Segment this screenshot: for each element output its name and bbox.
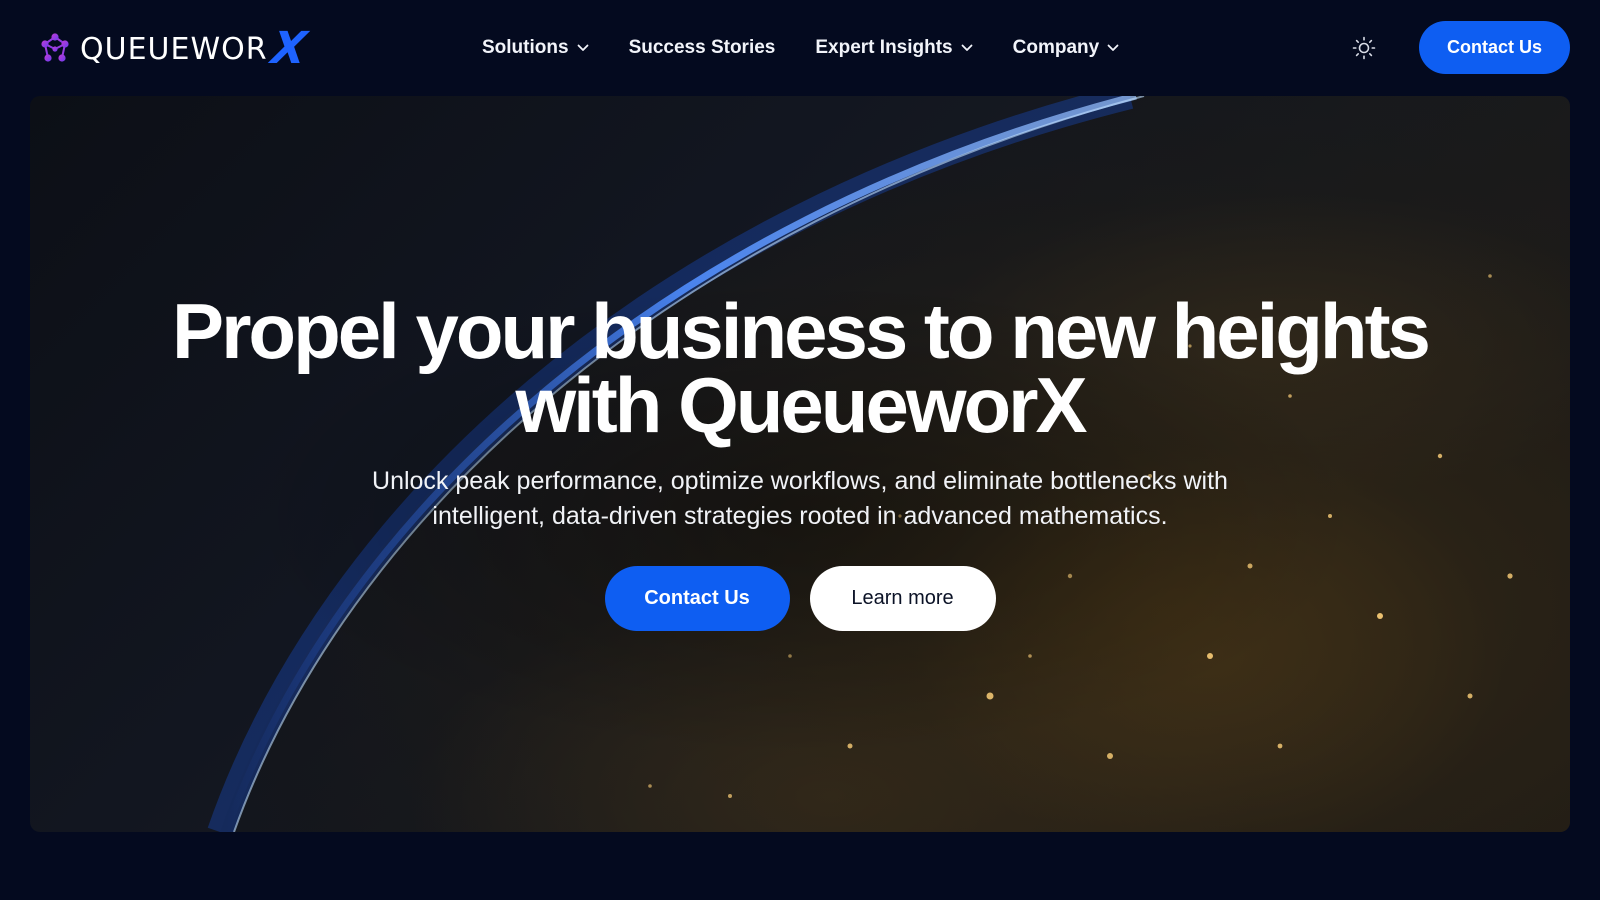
nav-item-label: Company (1012, 37, 1100, 58)
nav-item-label: Solutions (482, 37, 569, 58)
theme-toggle-button[interactable] (1351, 35, 1377, 61)
chevron-down-icon (577, 44, 588, 51)
nav-item-solutions[interactable]: Solutions (482, 37, 589, 59)
nav-item-success-stories[interactable]: Success Stories (629, 37, 776, 59)
site-header: QUEUEWOR X Solutions Success Stories Exp… (0, 0, 1600, 96)
brand-name-accent: X (268, 23, 311, 74)
hero-subtitle-line-2: intelligent, data-driven strategies root… (432, 502, 1168, 530)
hero-title-line-2: with QueueworX (515, 361, 1087, 449)
page: QUEUEWOR X Solutions Success Stories Exp… (0, 0, 1600, 900)
nav-item-expert-insights[interactable]: Expert Insights (815, 37, 973, 59)
chevron-down-icon (961, 44, 973, 51)
learn-more-button[interactable]: Learn more (809, 566, 996, 631)
brand-wordmark: QUEUEWOR X (80, 23, 311, 74)
chevron-down-icon (1107, 44, 1119, 51)
hero-section: Propel your business to new heights with… (30, 96, 1570, 832)
nav-item-label: Success Stories (628, 37, 776, 58)
hero-subtitle: Unlock peak performance, optimize workfl… (340, 464, 1260, 534)
hero-title: Propel your business to new heights with… (30, 292, 1570, 444)
sun-icon (1352, 36, 1376, 60)
brand-name: QUEUEWOR (80, 31, 268, 67)
brand-logo[interactable]: QUEUEWOR X (40, 23, 311, 74)
hero-subtitle-line-1: Unlock peak performance, optimize workfl… (372, 467, 1228, 495)
nav-item-label: Expert Insights (815, 37, 953, 58)
nav-item-company[interactable]: Company (1013, 37, 1120, 59)
header-contact-button[interactable]: Contact Us (1419, 21, 1570, 74)
hero-cta-group: Contact Us Learn more (30, 566, 1570, 631)
hero-contact-button[interactable]: Contact Us (604, 566, 790, 631)
main-nav: Solutions Success Stories Expert Insight… (482, 30, 1119, 66)
molecule-network-icon (41, 33, 69, 62)
